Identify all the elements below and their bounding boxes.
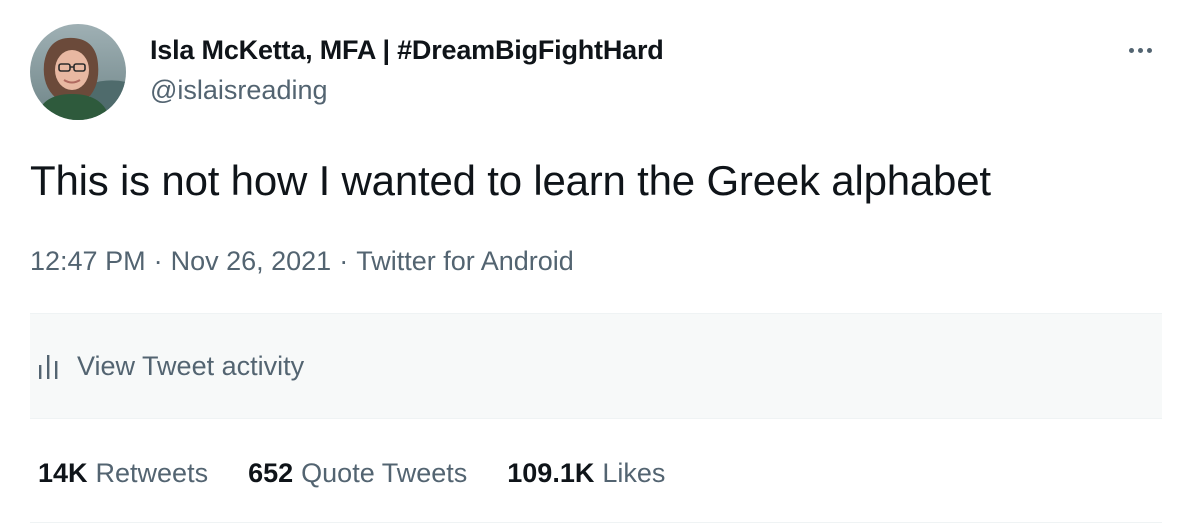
meta-separator: · (339, 246, 349, 276)
author-display-name[interactable]: Isla McKetta, MFA | #DreamBigFightHard (150, 33, 664, 67)
tweet-time[interactable]: 12:47 PM (30, 246, 146, 276)
tweet-source-link[interactable]: Twitter for Android (356, 246, 574, 276)
retweets-stat[interactable]: 14K Retweets (38, 456, 208, 490)
author-avatar[interactable] (30, 24, 126, 120)
view-tweet-activity-button[interactable]: View Tweet activity (30, 313, 1162, 419)
likes-stat[interactable]: 109.1K Likes (507, 456, 665, 490)
more-options-icon (1137, 47, 1143, 53)
quote-tweets-stat[interactable]: 652 Quote Tweets (248, 456, 467, 490)
quote-tweets-count: 652 (248, 458, 294, 488)
tweet-meta: 12:47 PM · Nov 26, 2021 · Twitter for Androi… (30, 244, 574, 278)
retweets-count: 14K (38, 458, 88, 488)
author-info: Isla McKetta, MFA | #DreamBigFightHard @… (150, 33, 664, 107)
more-options-icon (1146, 47, 1152, 53)
likes-count: 109.1K (507, 458, 595, 488)
more-options-button[interactable] (1120, 38, 1160, 62)
more-options-icon (1128, 47, 1134, 53)
view-tweet-activity-label: View Tweet activity (77, 351, 305, 381)
bar-chart-icon (37, 353, 61, 379)
author-handle[interactable]: @islaisreading (150, 73, 664, 107)
tweet-date[interactable]: Nov 26, 2021 (171, 246, 332, 276)
likes-label: Likes (602, 458, 666, 488)
avatar-photo (30, 24, 126, 120)
meta-separator: · (153, 246, 163, 276)
bottom-divider (30, 522, 1162, 523)
retweets-label: Retweets (95, 458, 209, 488)
tweet-text: This is not how I wanted to learn the Gr… (30, 157, 991, 204)
tweet-stats: 14K Retweets 652 Quote Tweets 109.1K Likes (38, 456, 665, 490)
quote-tweets-label: Quote Tweets (301, 458, 468, 488)
